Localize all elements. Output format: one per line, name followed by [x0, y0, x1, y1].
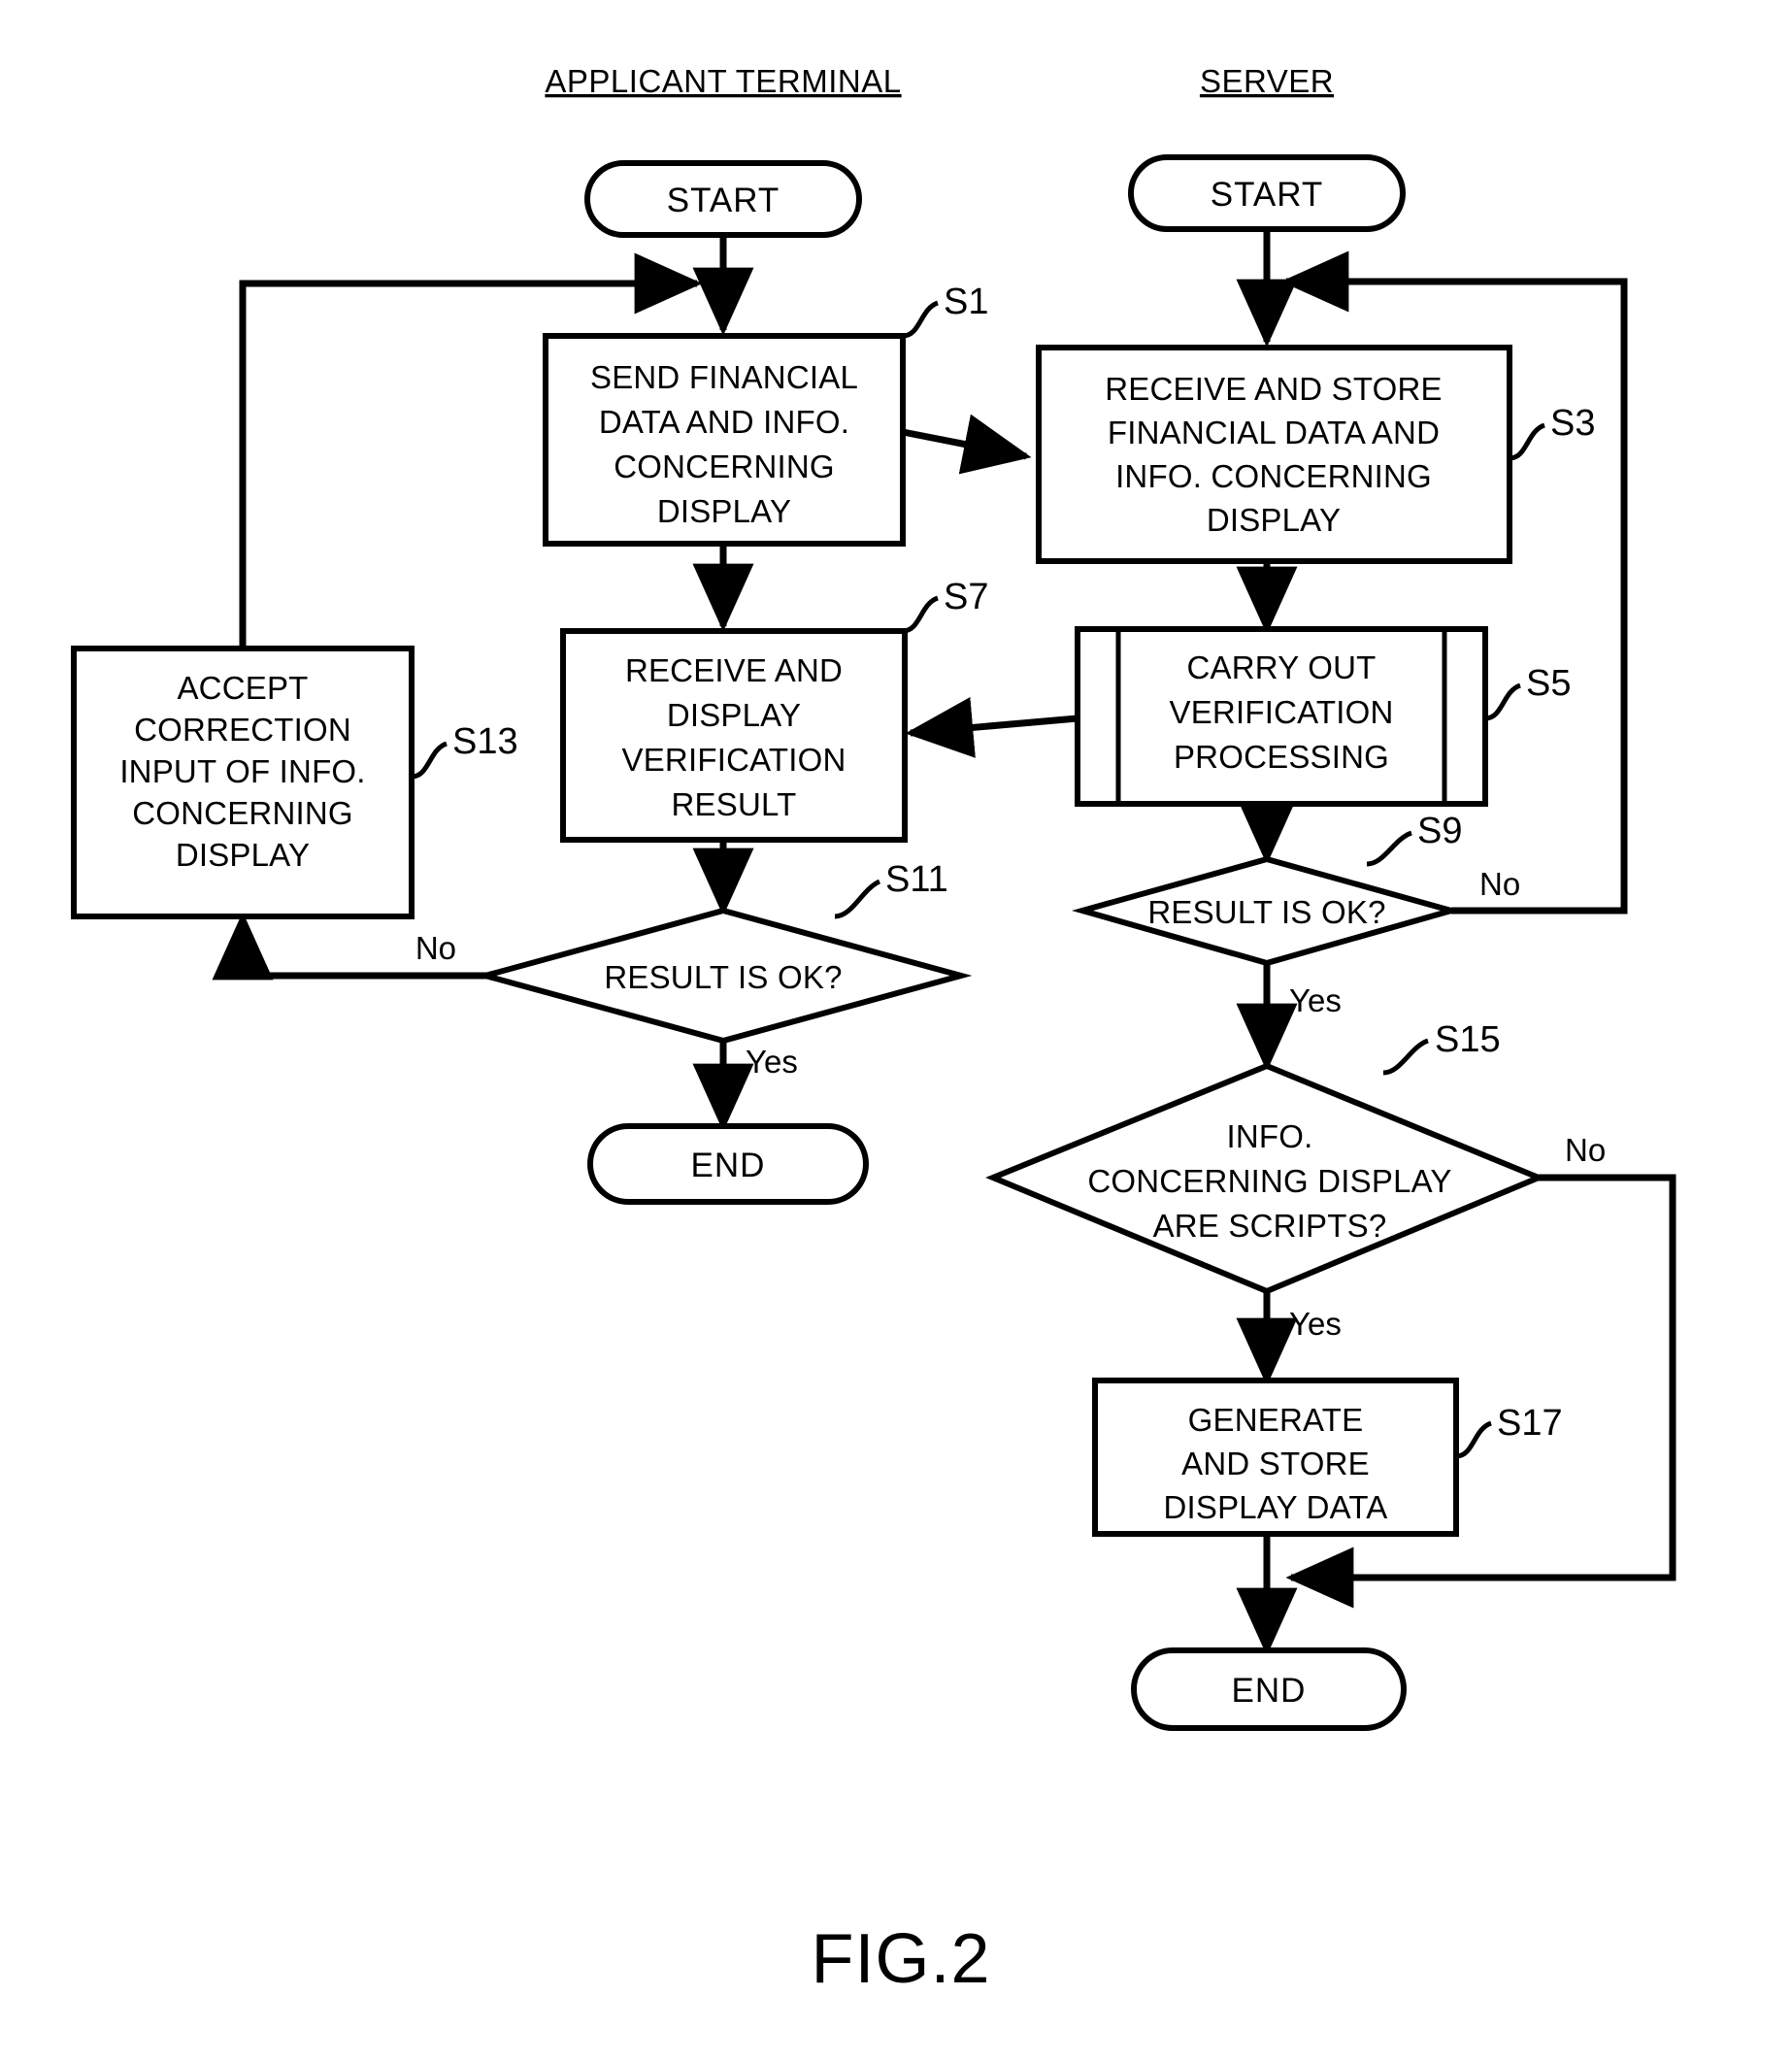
node-label: END [691, 1147, 766, 1184]
node-start-applicant[interactable]: START [584, 160, 862, 238]
node-label: START [667, 182, 780, 219]
lane-title-server: SERVER [1200, 63, 1334, 99]
node-line-2: DATA AND INFO. [599, 404, 849, 440]
leader-s3 [1509, 422, 1546, 461]
node-line-5: DISPLAY [176, 837, 310, 873]
node-line-2: CONCERNING DISPLAY [1087, 1163, 1451, 1199]
node-line-1: RECEIVE AND STORE [1105, 371, 1443, 407]
node-line-2: DISPLAY [667, 697, 801, 733]
node-line-1: RECEIVE AND [625, 652, 843, 688]
node-line-2: FINANCIAL DATA AND [1108, 415, 1440, 450]
branch-label-s15-no: No [1565, 1132, 1606, 1168]
node-line-2: AND STORE [1181, 1446, 1370, 1481]
node-s5-carry-out-verification-processing[interactable]: CARRY OUT VERIFICATION PROCESSING [1075, 626, 1488, 807]
node-line-3: INPUT OF INFO. [119, 753, 365, 789]
lane-title-applicant-terminal: APPLICANT TERMINAL [545, 63, 901, 99]
node-line-4: CONCERNING [132, 795, 353, 831]
node-label: END [1232, 1672, 1307, 1710]
edge-s1-to-s3 [902, 414, 1032, 475]
node-line-3: DISPLAY DATA [1163, 1489, 1387, 1525]
node-s15-info-concerning-display-are-scripts[interactable]: INFO. CONCERNING DISPLAY ARE SCRIPTS? [985, 1062, 1546, 1295]
node-end-applicant[interactable]: END [587, 1123, 869, 1205]
node-s3-receive-store-financial-data[interactable]: RECEIVE AND STORE FINANCIAL DATA AND INF… [1036, 345, 1512, 564]
node-s17-generate-store-display-data[interactable]: GENERATE AND STORE DISPLAY DATA [1092, 1378, 1459, 1537]
step-label-s13: S13 [452, 721, 518, 762]
step-label-s17: S17 [1497, 1403, 1563, 1444]
leader-s11 [834, 879, 881, 919]
figure-page: APPLICANT TERMINAL SERVER START START SE… [0, 0, 1792, 2062]
node-line-4: DISPLAY [1207, 502, 1341, 538]
leader-s9 [1366, 830, 1413, 867]
edge-s5-to-s7 [905, 697, 1079, 758]
node-start-server[interactable]: START [1128, 154, 1406, 232]
branch-label-s11-yes: Yes [746, 1044, 798, 1080]
node-end-server[interactable]: END [1131, 1647, 1407, 1731]
node-line-3: VERIFICATION [622, 742, 846, 778]
node-s9-result-is-ok[interactable]: RESULT IS OK? [1071, 855, 1463, 967]
figure-caption: FIG.2 [811, 1920, 990, 1998]
leader-s15 [1382, 1038, 1430, 1076]
node-line-4: RESULT [672, 786, 797, 822]
node-s7-receive-display-verification-result[interactable]: RECEIVE AND DISPLAY VERIFICATION RESULT [560, 628, 908, 843]
node-line-3: CONCERNING [614, 449, 835, 484]
node-s13-accept-correction-input[interactable]: ACCEPT CORRECTION INPUT OF INFO. CONCERN… [71, 646, 415, 919]
node-s11-result-is-ok[interactable]: RESULT IS OK? [474, 907, 973, 1045]
edge-s11-no-to-s13 [212, 912, 548, 981]
node-label: START [1211, 176, 1324, 214]
node-line-1: SEND FINANCIAL [590, 359, 858, 395]
step-label-s9: S9 [1417, 811, 1462, 851]
leader-s1 [902, 300, 940, 339]
node-line-1: GENERATE [1188, 1402, 1364, 1438]
node-label: RESULT IS OK? [1147, 894, 1385, 930]
node-line-2: CORRECTION [134, 712, 351, 748]
node-line-2: VERIFICATION [1170, 694, 1394, 730]
branch-label-s15-yes: Yes [1289, 1306, 1342, 1342]
branch-label-s9-yes: Yes [1289, 982, 1342, 1018]
leader-s5 [1484, 682, 1522, 721]
node-line-3: ARE SCRIPTS? [1153, 1208, 1387, 1244]
node-line-1: CARRY OUT [1187, 649, 1377, 685]
node-line-1: INFO. [1227, 1118, 1313, 1154]
step-label-s3: S3 [1550, 403, 1595, 444]
node-line-4: DISPLAY [657, 493, 791, 529]
flowchart-canvas: APPLICANT TERMINAL SERVER START START SE… [71, 63, 1676, 1998]
node-line-3: INFO. CONCERNING [1115, 458, 1432, 494]
node-label: RESULT IS OK? [604, 959, 842, 995]
node-s1-send-financial-data[interactable]: SEND FINANCIAL DATA AND INFO. CONCERNING… [543, 333, 906, 547]
step-label-s15: S15 [1435, 1019, 1501, 1060]
leader-s7 [902, 595, 940, 634]
leader-s13 [411, 741, 448, 780]
step-label-s5: S5 [1526, 663, 1571, 704]
step-label-s7: S7 [944, 577, 988, 617]
node-line-1: ACCEPT [177, 670, 308, 706]
leader-s17 [1455, 1420, 1493, 1459]
step-label-s1: S1 [944, 282, 988, 322]
branch-label-s11-no: No [415, 930, 456, 966]
step-label-s11: S11 [885, 859, 948, 900]
node-line-3: PROCESSING [1174, 739, 1389, 775]
branch-label-s9-no: No [1479, 866, 1520, 902]
